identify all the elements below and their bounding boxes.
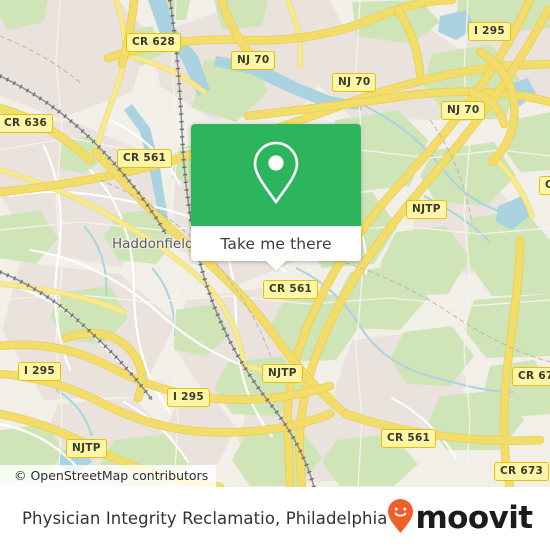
popup-tail-pointer <box>265 260 287 271</box>
road-shield-nj70-c[interactable]: NJ 70 <box>441 101 486 120</box>
moovit-brand[interactable]: moovit <box>387 498 533 539</box>
road-shield-cr561-b[interactable]: CR 561 <box>263 280 319 299</box>
place-label-haddonfield: Haddonfield <box>112 236 194 252</box>
location-popup-card[interactable]: Take me there <box>191 124 361 271</box>
road-shield-njtp-b[interactable]: NJTP <box>262 364 303 383</box>
road-shield-partial-right[interactable]: C <box>539 176 550 195</box>
road-shield-i295-b[interactable]: I 295 <box>18 362 61 381</box>
osm-attribution[interactable]: © OpenStreetMap contributors <box>0 465 217 487</box>
road-shield-njtp-a[interactable]: NJTP <box>406 200 447 219</box>
road-shield-njtp-c[interactable]: NJTP <box>66 439 107 458</box>
moovit-wordmark: moovit <box>415 500 533 536</box>
road-shield-cr673-b[interactable]: CR 673 <box>494 462 550 481</box>
road-shield-cr628[interactable]: CR 628 <box>126 33 182 52</box>
popup-header <box>191 124 361 226</box>
location-title: Physician Integrity Reclamatio, Philadel… <box>22 509 388 528</box>
moovit-smiley-pin-icon <box>387 498 414 539</box>
map-screenshot: .wtr { fill:#aad3df; } .wln { fill:none;… <box>0 0 550 550</box>
bottom-bar: Physician Integrity Reclamatio, Philadel… <box>0 487 550 550</box>
road-shield-cr561-c[interactable]: CR 561 <box>381 429 437 448</box>
road-shield-i295-c[interactable]: I 295 <box>167 388 210 407</box>
road-shield-nj70-b[interactable]: NJ 70 <box>332 73 377 92</box>
road-shield-nj70-a[interactable]: NJ 70 <box>231 51 276 70</box>
road-shield-cr636[interactable]: CR 636 <box>0 114 54 133</box>
map-pin-icon <box>250 139 302 212</box>
road-shield-cr561-a[interactable]: CR 561 <box>117 149 173 168</box>
road-shield-cr673-a[interactable]: CR 673 <box>512 367 550 386</box>
map-viewport[interactable]: .wtr { fill:#aad3df; } .wln { fill:none;… <box>0 0 550 487</box>
popup-footer[interactable]: Take me there <box>191 226 361 271</box>
take-me-there-label: Take me there <box>220 234 332 253</box>
road-shield-i295-a[interactable]: I 295 <box>468 22 511 41</box>
